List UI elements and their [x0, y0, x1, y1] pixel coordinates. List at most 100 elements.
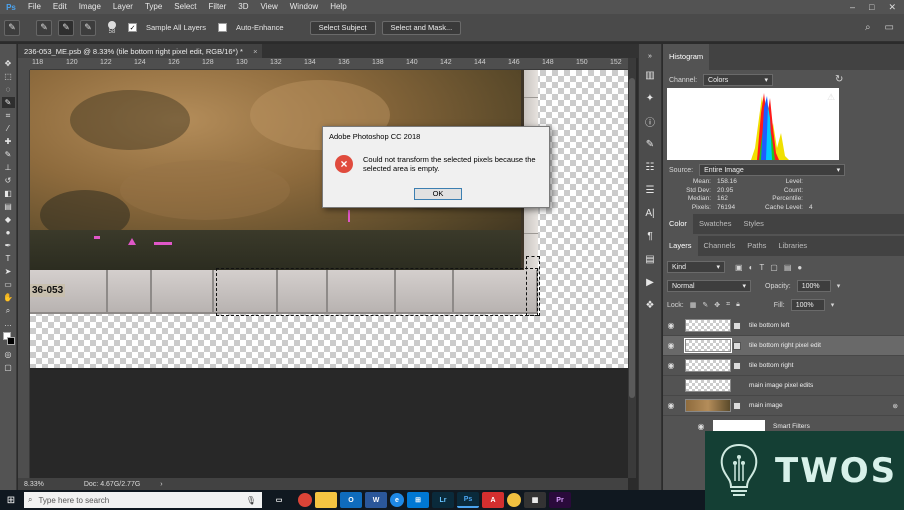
- histogram-icon[interactable]: ▥: [642, 67, 658, 83]
- zoom-tool-icon[interactable]: ⌕: [2, 305, 15, 316]
- properties-icon[interactable]: ☰: [642, 182, 658, 198]
- filter-toggle-icon[interactable]: ●: [797, 263, 802, 272]
- dodge-tool-icon[interactable]: ●: [2, 227, 15, 238]
- select-and-mask-button[interactable]: Select and Mask...: [381, 20, 462, 35]
- filter-kind-select[interactable]: Kind ▾: [667, 261, 725, 273]
- lock-image-icon[interactable]: ✎: [702, 301, 708, 309]
- adjustments-icon[interactable]: ☷: [642, 159, 658, 175]
- ok-button[interactable]: OK: [414, 188, 462, 200]
- pen-tool-icon[interactable]: ✒: [2, 240, 15, 251]
- layer-name[interactable]: tile bottom left: [749, 322, 789, 329]
- close-document-icon[interactable]: ×: [253, 47, 257, 56]
- lock-artboard-icon[interactable]: ⌗: [726, 301, 730, 309]
- brush-settings-icon[interactable]: ✎: [642, 136, 658, 152]
- edge-icon[interactable]: e: [390, 493, 404, 507]
- lock-transparent-icon[interactable]: ▦: [690, 301, 697, 309]
- minimize-button[interactable]: –: [850, 2, 855, 13]
- tab-histogram[interactable]: Histogram: [663, 44, 710, 70]
- eye-icon[interactable]: ◉: [663, 361, 679, 370]
- chevron-down-icon[interactable]: ▾: [831, 301, 835, 309]
- select-subject-button[interactable]: Select Subject: [309, 20, 376, 35]
- zoom-level[interactable]: 8.33%: [24, 481, 44, 488]
- lightroom-icon[interactable]: Lr: [432, 492, 454, 508]
- tab-channels[interactable]: Channels: [698, 236, 742, 256]
- workspace-icon[interactable]: ▭: [885, 22, 894, 33]
- collapse-icon[interactable]: »: [642, 52, 658, 60]
- opacity-input[interactable]: 100%: [796, 280, 831, 292]
- lasso-tool-icon[interactable]: ◌: [2, 84, 15, 95]
- menu-layer[interactable]: Layer: [107, 0, 139, 14]
- filter-adjustment-icon[interactable]: ◐: [749, 263, 754, 272]
- chevron-down-icon[interactable]: ▾: [837, 282, 841, 290]
- menu-view[interactable]: View: [255, 0, 284, 14]
- layer-thumbnail[interactable]: [684, 338, 732, 353]
- fill-input[interactable]: 100%: [790, 299, 825, 311]
- acrobat-icon[interactable]: A: [482, 492, 504, 508]
- eye-icon[interactable]: ◉: [663, 341, 679, 350]
- source-select[interactable]: Entire Image ▾: [699, 164, 846, 176]
- photoshop-icon[interactable]: Ps: [457, 492, 479, 508]
- vertical-ruler[interactable]: [18, 70, 30, 478]
- layer-row[interactable]: ◉ main image pixel edits: [663, 376, 904, 396]
- filter-shape-icon[interactable]: ▢: [770, 263, 778, 272]
- eye-icon[interactable]: ◉: [663, 321, 679, 330]
- path-selection-icon[interactable]: ➤: [2, 266, 15, 277]
- maximize-button[interactable]: □: [869, 2, 874, 13]
- status-arrow-icon[interactable]: ›: [160, 481, 162, 488]
- layer-thumbnail[interactable]: [685, 379, 731, 392]
- paragraph-icon[interactable]: ¶: [642, 228, 658, 244]
- ruler-origin[interactable]: [18, 58, 30, 70]
- history-icon[interactable]: ▤: [642, 251, 658, 267]
- color-swatches[interactable]: [2, 331, 15, 347]
- tab-libraries[interactable]: Libraries: [772, 236, 813, 256]
- close-window-button[interactable]: ✕: [888, 2, 896, 13]
- word-icon[interactable]: W: [365, 492, 387, 508]
- menu-file[interactable]: File: [22, 0, 47, 14]
- menu-image[interactable]: Image: [73, 0, 107, 14]
- layer-row[interactable]: ◉ tile bottom left: [663, 316, 904, 336]
- task-view-icon[interactable]: ▭: [268, 492, 290, 508]
- screen-mode-icon[interactable]: ▢: [2, 362, 15, 373]
- menu-help[interactable]: Help: [324, 0, 352, 14]
- layer-thumbnail[interactable]: [685, 359, 731, 372]
- menu-3d[interactable]: 3D: [232, 0, 254, 14]
- actions-icon[interactable]: ▶: [642, 274, 658, 290]
- gradient-tool-icon[interactable]: ▤: [2, 201, 15, 212]
- add-to-selection-icon[interactable]: ✎: [58, 19, 74, 36]
- info-icon[interactable]: ⓘ: [642, 113, 658, 129]
- tab-paths[interactable]: Paths: [741, 236, 772, 256]
- layer-row[interactable]: ◉ main image ⊚: [663, 396, 904, 416]
- chrome-icon[interactable]: [298, 493, 312, 507]
- layer-thumbnail[interactable]: [685, 319, 731, 332]
- outlook-icon[interactable]: O: [340, 492, 362, 508]
- filter-pixel-icon[interactable]: ▣: [735, 263, 743, 272]
- layer-name[interactable]: main image pixel edits: [749, 382, 813, 389]
- calculator-icon[interactable]: ▦: [524, 492, 546, 508]
- layer-row[interactable]: ◉ tile bottom right pixel edit: [663, 336, 904, 356]
- marquee-tool-icon[interactable]: ⬚: [2, 71, 15, 82]
- healing-brush-icon[interactable]: ✚: [2, 136, 15, 147]
- background-color-swatch[interactable]: [6, 337, 15, 345]
- eye-icon[interactable]: ◉: [693, 422, 709, 431]
- type-tool-icon[interactable]: T: [2, 253, 15, 264]
- eraser-tool-icon[interactable]: ◧: [2, 188, 15, 199]
- layer-thumbnail[interactable]: [685, 399, 731, 412]
- brush-tool-icon[interactable]: ✎: [2, 149, 15, 160]
- auto-enhance-checkbox[interactable]: [218, 23, 228, 32]
- rectangle-tool-icon[interactable]: ▭: [2, 279, 15, 290]
- microphone-icon[interactable]: 🎙︎: [246, 496, 256, 505]
- blend-mode-select[interactable]: Normal ▾: [667, 280, 751, 292]
- tab-layers[interactable]: Layers: [663, 236, 698, 256]
- blur-tool-icon[interactable]: ◆: [2, 214, 15, 225]
- document-tab[interactable]: 236-053_ME.psb @ 8.33% (tile bottom righ…: [18, 44, 262, 58]
- menu-type[interactable]: Type: [139, 0, 168, 14]
- sample-all-layers-checkbox[interactable]: ✓: [128, 23, 137, 32]
- eyedropper-tool-icon[interactable]: ⁄: [2, 123, 15, 134]
- tab-swatches[interactable]: Swatches: [693, 214, 738, 234]
- scroll-thumb[interactable]: [629, 78, 635, 398]
- windows-start-icon[interactable]: ⊞: [0, 490, 22, 510]
- crop-tool-icon[interactable]: ⌗: [2, 110, 15, 121]
- horizontal-ruler[interactable]: 118 120 122 124 126 128 130 132 134 136 138 140 142 1…: [30, 58, 628, 70]
- clone-stamp-icon[interactable]: ⊥: [2, 162, 15, 173]
- channel-select[interactable]: Colors ▾: [703, 74, 774, 86]
